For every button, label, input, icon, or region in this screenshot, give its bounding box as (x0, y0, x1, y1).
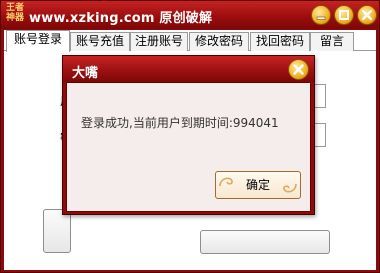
maximize-icon (339, 10, 349, 20)
tab-label: 账号登录 (13, 32, 62, 46)
tab-label: 留言 (319, 34, 344, 48)
tab-label: 找回密码 (255, 34, 304, 48)
logo-text: 王者 神器 (5, 3, 24, 23)
tab-message[interactable]: 留言 (310, 32, 354, 51)
dialog-body: 登录成功,当前用户到期时间:994041 确定 (66, 82, 311, 212)
tab-register-account[interactable]: 注册账号 (130, 32, 188, 51)
close-button[interactable] (357, 5, 377, 25)
dialog-title-bar[interactable]: 大嘴 (63, 56, 314, 82)
app-logo: 王者 神器 (4, 3, 26, 25)
minimize-icon (316, 16, 326, 20)
cancel-button[interactable] (200, 230, 330, 254)
dialog-message: 登录成功,当前用户到期时间:994041 (81, 116, 279, 130)
title-bar[interactable]: 王者 神器 www.xzking.com 原创破解 (1, 1, 379, 29)
login-button[interactable] (43, 209, 71, 253)
maximize-button[interactable] (334, 5, 354, 25)
window-title: www.xzking.com 原创破解 (29, 11, 213, 26)
dialog-close-button[interactable] (288, 59, 309, 80)
minimize-button[interactable] (311, 5, 331, 25)
tab-label: 账号充值 (75, 34, 124, 48)
ok-button-label: 确定 (245, 178, 270, 192)
tab-label: 修改密码 (194, 34, 243, 48)
close-icon (361, 9, 373, 21)
tab-account-login[interactable]: 账号登录 (6, 30, 70, 52)
close-icon (293, 64, 304, 75)
tab-change-password[interactable]: 修改密码 (189, 32, 249, 51)
ok-button[interactable]: 确定 (215, 171, 301, 199)
tab-recover-password[interactable]: 找回密码 (250, 32, 310, 51)
tab-account-recharge[interactable]: 账号充值 (70, 32, 130, 51)
swirl-ornament-icon (219, 177, 233, 187)
swirl-ornament-icon (283, 183, 297, 193)
message-dialog: 大嘴 登录成功,当前用户到期时间:994041 确定 (62, 55, 315, 215)
dialog-title: 大嘴 (72, 66, 99, 81)
tab-strip: 账号登录 账号充值 注册账号 修改密码 找回密码 留言 (4, 30, 376, 52)
tab-label: 注册账号 (134, 34, 183, 48)
